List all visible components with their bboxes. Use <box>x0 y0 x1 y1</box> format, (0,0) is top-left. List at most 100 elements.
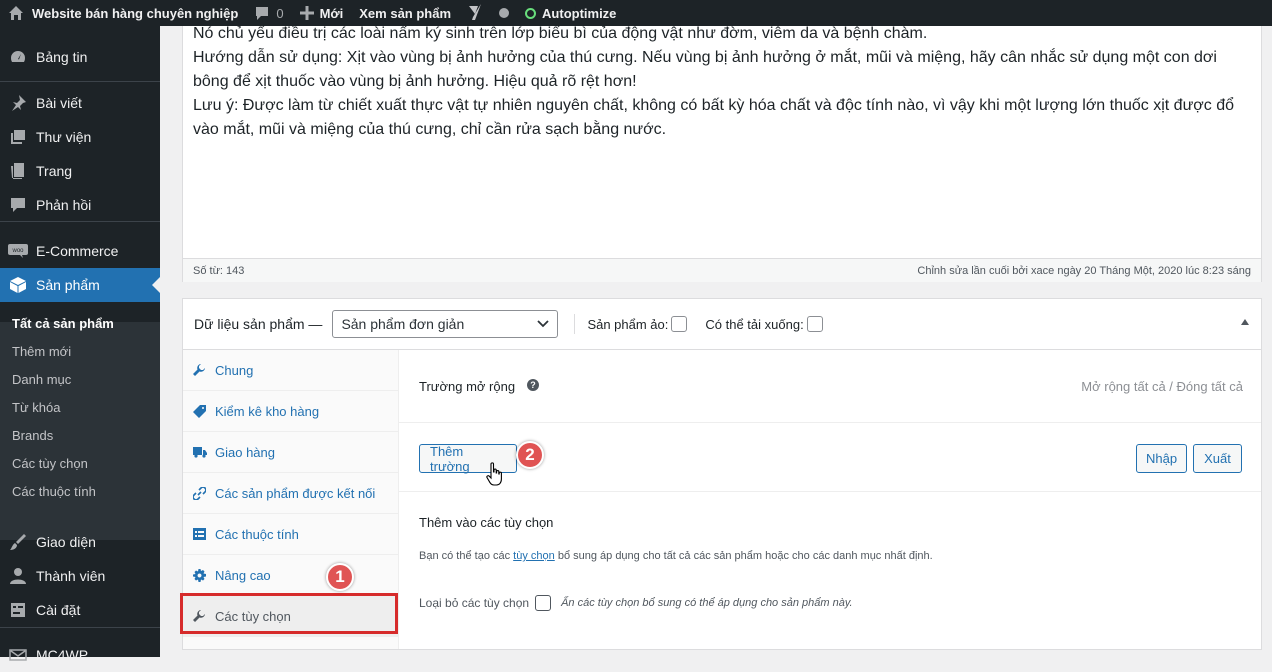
tab-advanced[interactable]: Nâng cao <box>183 555 399 596</box>
step-badge-2: 2 <box>516 441 544 469</box>
submenu-brands[interactable]: Brands <box>12 428 53 443</box>
options-desc-before: Bạn có thể tạo các <box>419 550 514 562</box>
highlight-box <box>180 593 398 634</box>
content-editor: Nó chủ yếu điều trị các loài nấm ký sinh… <box>182 25 1262 282</box>
remove-options-field[interactable]: Loại bỏ các tùy chọn Ẩn các tùy chọn bổ … <box>419 595 853 611</box>
tab-attributes[interactable]: Các thuộc tính <box>183 514 399 555</box>
menu-label: Bài viết <box>36 95 82 111</box>
menu-label: Cài đặt <box>36 602 81 618</box>
import-button[interactable]: Nhập <box>1136 444 1187 473</box>
submenu-categories[interactable]: Danh mục <box>12 372 71 387</box>
menu-label: Thành viên <box>36 568 106 584</box>
editor-paragraph: Hướng dẫn sử dụng: Xịt vào vùng bị ảnh h… <box>193 49 1217 90</box>
box-icon <box>0 276 36 294</box>
menu-pages[interactable]: Trang <box>0 154 160 188</box>
product-type-value: Sản phẩm đơn giản <box>341 316 465 332</box>
settings-icon <box>0 601 36 619</box>
gear-icon <box>193 568 215 582</box>
header-divider <box>574 314 576 334</box>
products-submenu: Tất cả sản phẩm Thêm mới Danh mục Từ khó… <box>0 316 160 540</box>
export-button[interactable]: Xuất <box>1193 444 1242 473</box>
options-description: Bạn có thể tạo các tùy chọn bổ sung áp d… <box>419 550 933 562</box>
menu-products[interactable]: Sản phẩm <box>0 268 160 302</box>
submenu-options[interactable]: Các tùy chọn <box>12 456 88 471</box>
tab-inventory[interactable]: Kiểm kê kho hàng <box>183 391 399 432</box>
options-section-title: Thêm vào các tùy chọn <box>419 515 554 530</box>
dashboard-icon <box>0 48 36 66</box>
menu-ecommerce[interactable]: woo E-Commerce <box>0 234 160 268</box>
user-icon <box>0 567 36 585</box>
help-icon[interactable]: ? <box>527 379 539 391</box>
tab-label: Giao hàng <box>215 444 275 460</box>
editor-status-bar: Số từ: 143 Chỉnh sửa lần cuối bởi xace n… <box>183 258 1261 282</box>
editor-textarea[interactable]: Nó chủ yếu điều trị các loài nấm ký sinh… <box>193 25 1253 142</box>
editor-paragraph: Lưu ý: Được làm từ chiết xuất thực vật t… <box>193 97 1235 138</box>
tab-linked-products[interactable]: Các sản phẩm được kết nối <box>183 473 399 514</box>
downloadable-checkbox[interactable] <box>806 316 823 332</box>
svg-text:woo: woo <box>11 248 24 254</box>
mail-icon <box>0 646 36 664</box>
menu-comments[interactable]: Phản hồi <box>0 188 160 222</box>
menu-label: E-Commerce <box>36 243 119 259</box>
hand-cursor-icon <box>486 462 502 486</box>
tag-icon <box>193 404 215 418</box>
last-edit-info: Chỉnh sửa lần cuối bởi xace ngày 20 Thán… <box>917 264 1251 277</box>
tab-label: Các sản phẩm được kết nối <box>215 485 376 501</box>
menu-label: Trang <box>36 163 73 179</box>
admin-sidebar: Bảng tin Bài viết Thư viện Trang Phản hồ… <box>0 26 160 663</box>
chevron-down-icon <box>537 320 550 328</box>
collapse-toggle-icon[interactable] <box>1241 319 1249 325</box>
virtual-product-option[interactable]: Sản phẩm ảo: <box>587 316 688 332</box>
woo-icon: woo <box>0 244 36 258</box>
menu-label: Thư viện <box>36 129 92 145</box>
product-type-select[interactable]: Sản phẩm đơn giản <box>332 310 559 338</box>
import-label: Nhập <box>1145 451 1178 466</box>
menu-separator <box>0 221 160 222</box>
product-data-header: Dữ liệu sản phẩm — Sản phẩm đơn giản Sản… <box>183 299 1261 350</box>
word-count: Số từ: 143 <box>193 264 245 277</box>
options-link[interactable]: tùy chọn <box>513 550 555 562</box>
comment-bubble-icon <box>256 7 269 20</box>
menu-settings[interactable]: Cài đặt <box>0 593 160 627</box>
menu-users[interactable]: Thành viên <box>0 559 160 593</box>
menu-separator <box>0 627 160 628</box>
menu-posts[interactable]: Bài viết <box>0 86 160 120</box>
comment-icon <box>0 196 36 214</box>
remove-options-checkbox[interactable] <box>535 595 552 611</box>
link-icon <box>193 486 215 500</box>
menu-label: Bảng tin <box>36 49 88 65</box>
submenu-all-products[interactable]: Tất cả sản phẩm <box>12 316 114 331</box>
menu-dashboard[interactable]: Bảng tin <box>0 40 160 74</box>
step-badge-1: 1 <box>326 563 354 591</box>
expand-collapse-links[interactable]: Mở rộng tất cả / Đóng tất cả <box>1081 379 1243 394</box>
autoptimize-status-icon <box>525 7 537 19</box>
submenu-attributes[interactable]: Các thuộc tính <box>12 484 96 499</box>
virtual-label: Sản phẩm ảo: <box>587 316 669 332</box>
menu-label: Phản hồi <box>36 197 92 213</box>
menu-appearance[interactable]: Giao diện <box>0 525 160 559</box>
site-name: Website bán hàng chuyên nghiệp <box>32 5 239 21</box>
submenu-tags[interactable]: Từ khóa <box>12 400 60 415</box>
downloadable-option[interactable]: Có thể tải xuống: <box>705 316 823 332</box>
remove-options-hint: Ẩn các tùy chọn bổ sung có thể áp dụng c… <box>561 597 853 609</box>
tab-shipping[interactable]: Giao hàng <box>183 432 399 473</box>
remove-options-label: Loại bỏ các tùy chọn <box>419 596 530 610</box>
product-data-title: Dữ liệu sản phẩm — <box>194 316 323 332</box>
tab-label: Nâng cao <box>215 567 271 583</box>
options-desc-after: bổ sung áp dụng cho tất cả các sản phẩm … <box>554 550 933 562</box>
custom-fields-row: Trường mở rộng ? Mở rộng tất cả / Đóng t… <box>399 350 1261 423</box>
plus-icon <box>299 6 314 20</box>
menu-label: MC4WP <box>36 647 89 663</box>
tab-general[interactable]: Chung <box>183 350 399 391</box>
view-product-label: Xem sản phẩm <box>359 5 452 21</box>
menu-label: Sản phẩm <box>36 277 100 293</box>
submenu-add-new[interactable]: Thêm mới <box>12 344 71 359</box>
tab-label: Các thuộc tính <box>215 526 299 542</box>
menu-mc4wp[interactable]: MC4WP <box>0 638 160 672</box>
virtual-checkbox[interactable] <box>671 316 688 332</box>
truck-icon <box>193 446 215 458</box>
home-icon <box>9 6 23 20</box>
options-panel: Trường mở rộng ? Mở rộng tất cả / Đóng t… <box>399 350 1261 649</box>
media-icon <box>0 128 36 146</box>
menu-media[interactable]: Thư viện <box>0 120 160 154</box>
